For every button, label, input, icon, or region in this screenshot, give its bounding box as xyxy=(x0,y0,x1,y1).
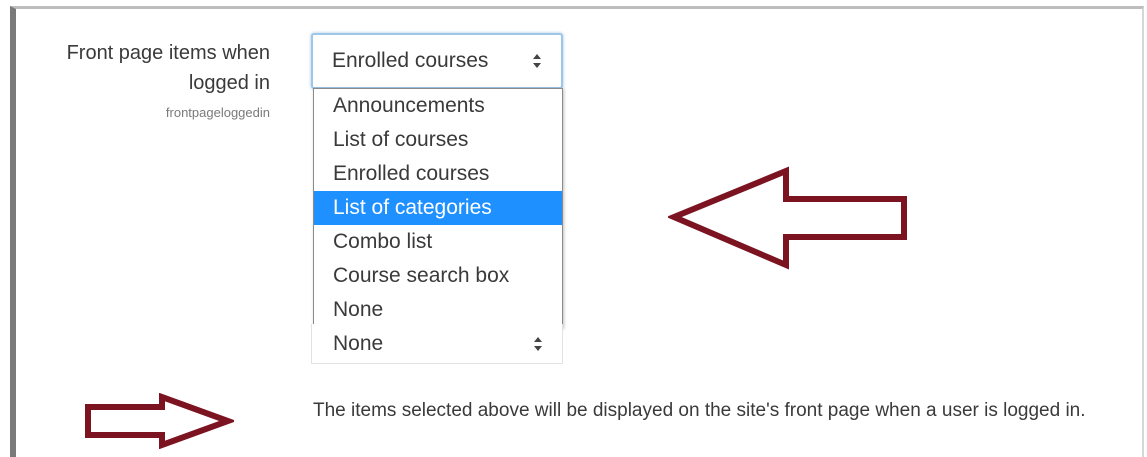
setting-label: Front page items when logged in xyxy=(66,42,270,94)
left-arrow-annotation xyxy=(668,166,907,270)
setting-key: frontpageloggedin xyxy=(165,105,270,120)
option-combo-list[interactable]: Combo list xyxy=(314,225,562,259)
option-list-of-categories[interactable]: List of categories xyxy=(314,191,562,225)
setting-description: The items selected above will be display… xyxy=(313,400,1086,421)
front-page-items-select-2[interactable]: None xyxy=(311,324,563,364)
select-value: None xyxy=(333,331,384,355)
option-announcements[interactable]: Announcements xyxy=(314,89,562,123)
right-arrow-annotation xyxy=(85,393,234,449)
option-enrolled-courses[interactable]: Enrolled courses xyxy=(314,157,562,191)
sort-caret-icon xyxy=(534,336,542,351)
option-none[interactable]: None xyxy=(314,293,562,327)
option-list-of-courses[interactable]: List of courses xyxy=(314,123,562,157)
select-dropdown-list: Announcements List of courses Enrolled c… xyxy=(313,88,563,328)
front-page-items-select-1[interactable]: Enrolled courses xyxy=(311,33,563,89)
option-course-search-box[interactable]: Course search box xyxy=(314,259,562,293)
select-value: Enrolled courses xyxy=(332,49,489,72)
sort-caret-icon xyxy=(533,54,541,68)
